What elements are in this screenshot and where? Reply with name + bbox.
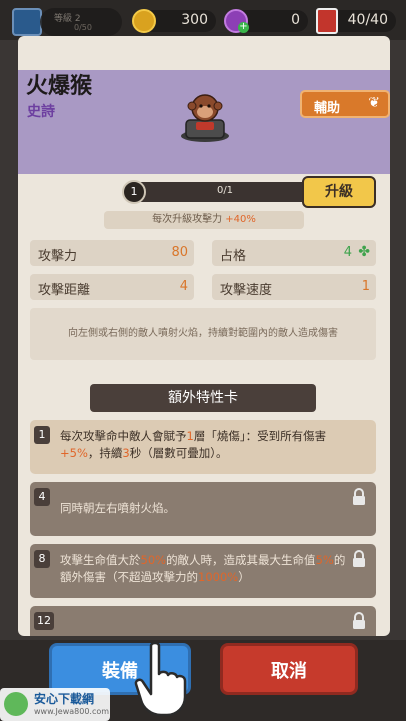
trait-number: 4 <box>34 488 50 506</box>
trait-card[interactable]: 1 每次攻擊命中敵人會賦予1層「燒傷」：受到所有傷害+5%，持續3秒（層數可疊加… <box>30 420 376 474</box>
stat-label: 占格 <box>220 249 247 264</box>
trait-highlight: 5% <box>315 553 334 567</box>
stat-value: 1 <box>361 279 370 294</box>
player-avatar[interactable] <box>12 8 42 36</box>
traits-section-title: 額外特性卡 <box>90 384 316 412</box>
player-level-bar: 等級 2 0/50 <box>40 8 122 36</box>
stat-attack: 攻擊力 80 <box>30 240 194 266</box>
gem-value: 0 <box>291 12 300 28</box>
lock-icon <box>353 550 365 567</box>
trait-text-part: 每次攻擊命中敵人會賦予 <box>60 429 187 443</box>
role-label: 輔助 <box>314 101 341 116</box>
watermark-title: 安心下載網 <box>34 692 95 706</box>
site-watermark: 安心下載網 www.Jewa800.com <box>0 688 110 721</box>
add-gem-icon[interactable]: + <box>238 22 249 33</box>
stat-label: 攻擊力 <box>38 249 78 264</box>
trait-text-part: ，持續 <box>87 446 123 460</box>
trait-text: 攻擊生命值大於50%的敵人時，造成其最大生命值5%的額外傷害（不超過攻擊力的10… <box>60 552 346 586</box>
unit-detail-panel: 火爆猴 史詩 輔助 ❦ 1 0/1 升級 每次升級攻擊力 +40% 攻擊力 80… <box>18 36 390 636</box>
stat-cells: 占格 4 ✤ <box>212 240 376 266</box>
lock-icon <box>353 488 365 505</box>
site-logo-icon <box>4 692 28 716</box>
unit-name: 火爆猴 <box>26 74 93 99</box>
card-icon <box>316 8 338 34</box>
trait-highlight: 1000% <box>198 570 239 584</box>
lock-icon <box>353 612 365 629</box>
stat-label: 攻擊速度 <box>220 283 273 298</box>
coin-value: 300 <box>181 12 208 28</box>
trait-card-locked[interactable]: 12 <box>30 606 376 636</box>
progress-text: 0/1 <box>216 185 234 196</box>
clover-icon: ✤ <box>358 244 370 260</box>
trait-text-part: 攻擊生命值大於 <box>60 553 141 567</box>
pointing-hand-icon <box>134 641 187 717</box>
unit-description: 向左側或右側的敵人噴射火焰，持續對範圍內的敵人造成傷害 <box>30 308 376 360</box>
coin-icon <box>132 9 156 33</box>
trait-text-part: 層「燒傷」：受到所有傷害 <box>193 429 327 443</box>
per-upgrade-value: +40% <box>225 214 256 225</box>
trait-highlight: 50% <box>140 553 167 567</box>
cancel-button[interactable]: 取消 <box>220 643 358 695</box>
upgrade-progress-bar: 1 0/1 <box>122 180 326 204</box>
watermark-url: www.Jewa800.com <box>34 707 110 716</box>
unit-rarity: 史詩 <box>27 104 55 120</box>
trait-number: 8 <box>34 550 50 568</box>
upgrade-button[interactable]: 升級 <box>302 176 376 208</box>
stat-label: 攻擊距離 <box>38 283 91 298</box>
per-upgrade-label: 每次升級攻擊力 <box>152 214 226 225</box>
trait-text: 每次攻擊命中敵人會賦予1層「燒傷」：受到所有傷害 +5%，持續3秒（層數可疊加）。 <box>60 428 346 462</box>
trait-text: 同時朝左右噴射火焰。 <box>60 501 175 515</box>
stat-value: 4 <box>343 245 352 260</box>
exp-value: 0/50 <box>74 23 92 32</box>
stat-value: 80 <box>171 245 188 260</box>
trait-card-locked[interactable]: 4 同時朝左右噴射火焰。 <box>30 482 376 536</box>
trait-highlight: 1 <box>186 429 194 443</box>
trait-number: 1 <box>34 426 50 444</box>
stat-value: 4 <box>179 279 188 294</box>
stat-speed: 攻擊速度 1 <box>212 274 376 300</box>
trait-card-locked[interactable]: 8 攻擊生命值大於50%的敵人時，造成其最大生命值5%的額外傷害（不超過攻擊力的… <box>30 544 376 598</box>
trait-highlight: +5% <box>60 446 88 460</box>
trait-highlight: 3 <box>122 446 130 460</box>
trait-number: 12 <box>34 612 54 630</box>
trait-text-part: 的敵人時，造成其最大生命值 <box>166 553 316 567</box>
top-hud: 等級 2 0/50 300 0 + 40/40 <box>0 0 406 40</box>
trait-text-part: 秒（層數可疊加）。 <box>129 446 228 460</box>
trait-text-part: ） <box>238 570 250 584</box>
stat-range: 攻擊距離 4 <box>30 274 194 300</box>
card-value: 40/40 <box>347 12 388 28</box>
monkey-portrait-icon <box>181 94 229 142</box>
wings-icon: ❦ <box>368 95 380 111</box>
per-upgrade-ribbon: 每次升級攻擊力 +40% <box>104 211 304 229</box>
role-assist-button[interactable]: 輔助 ❦ <box>300 90 390 118</box>
